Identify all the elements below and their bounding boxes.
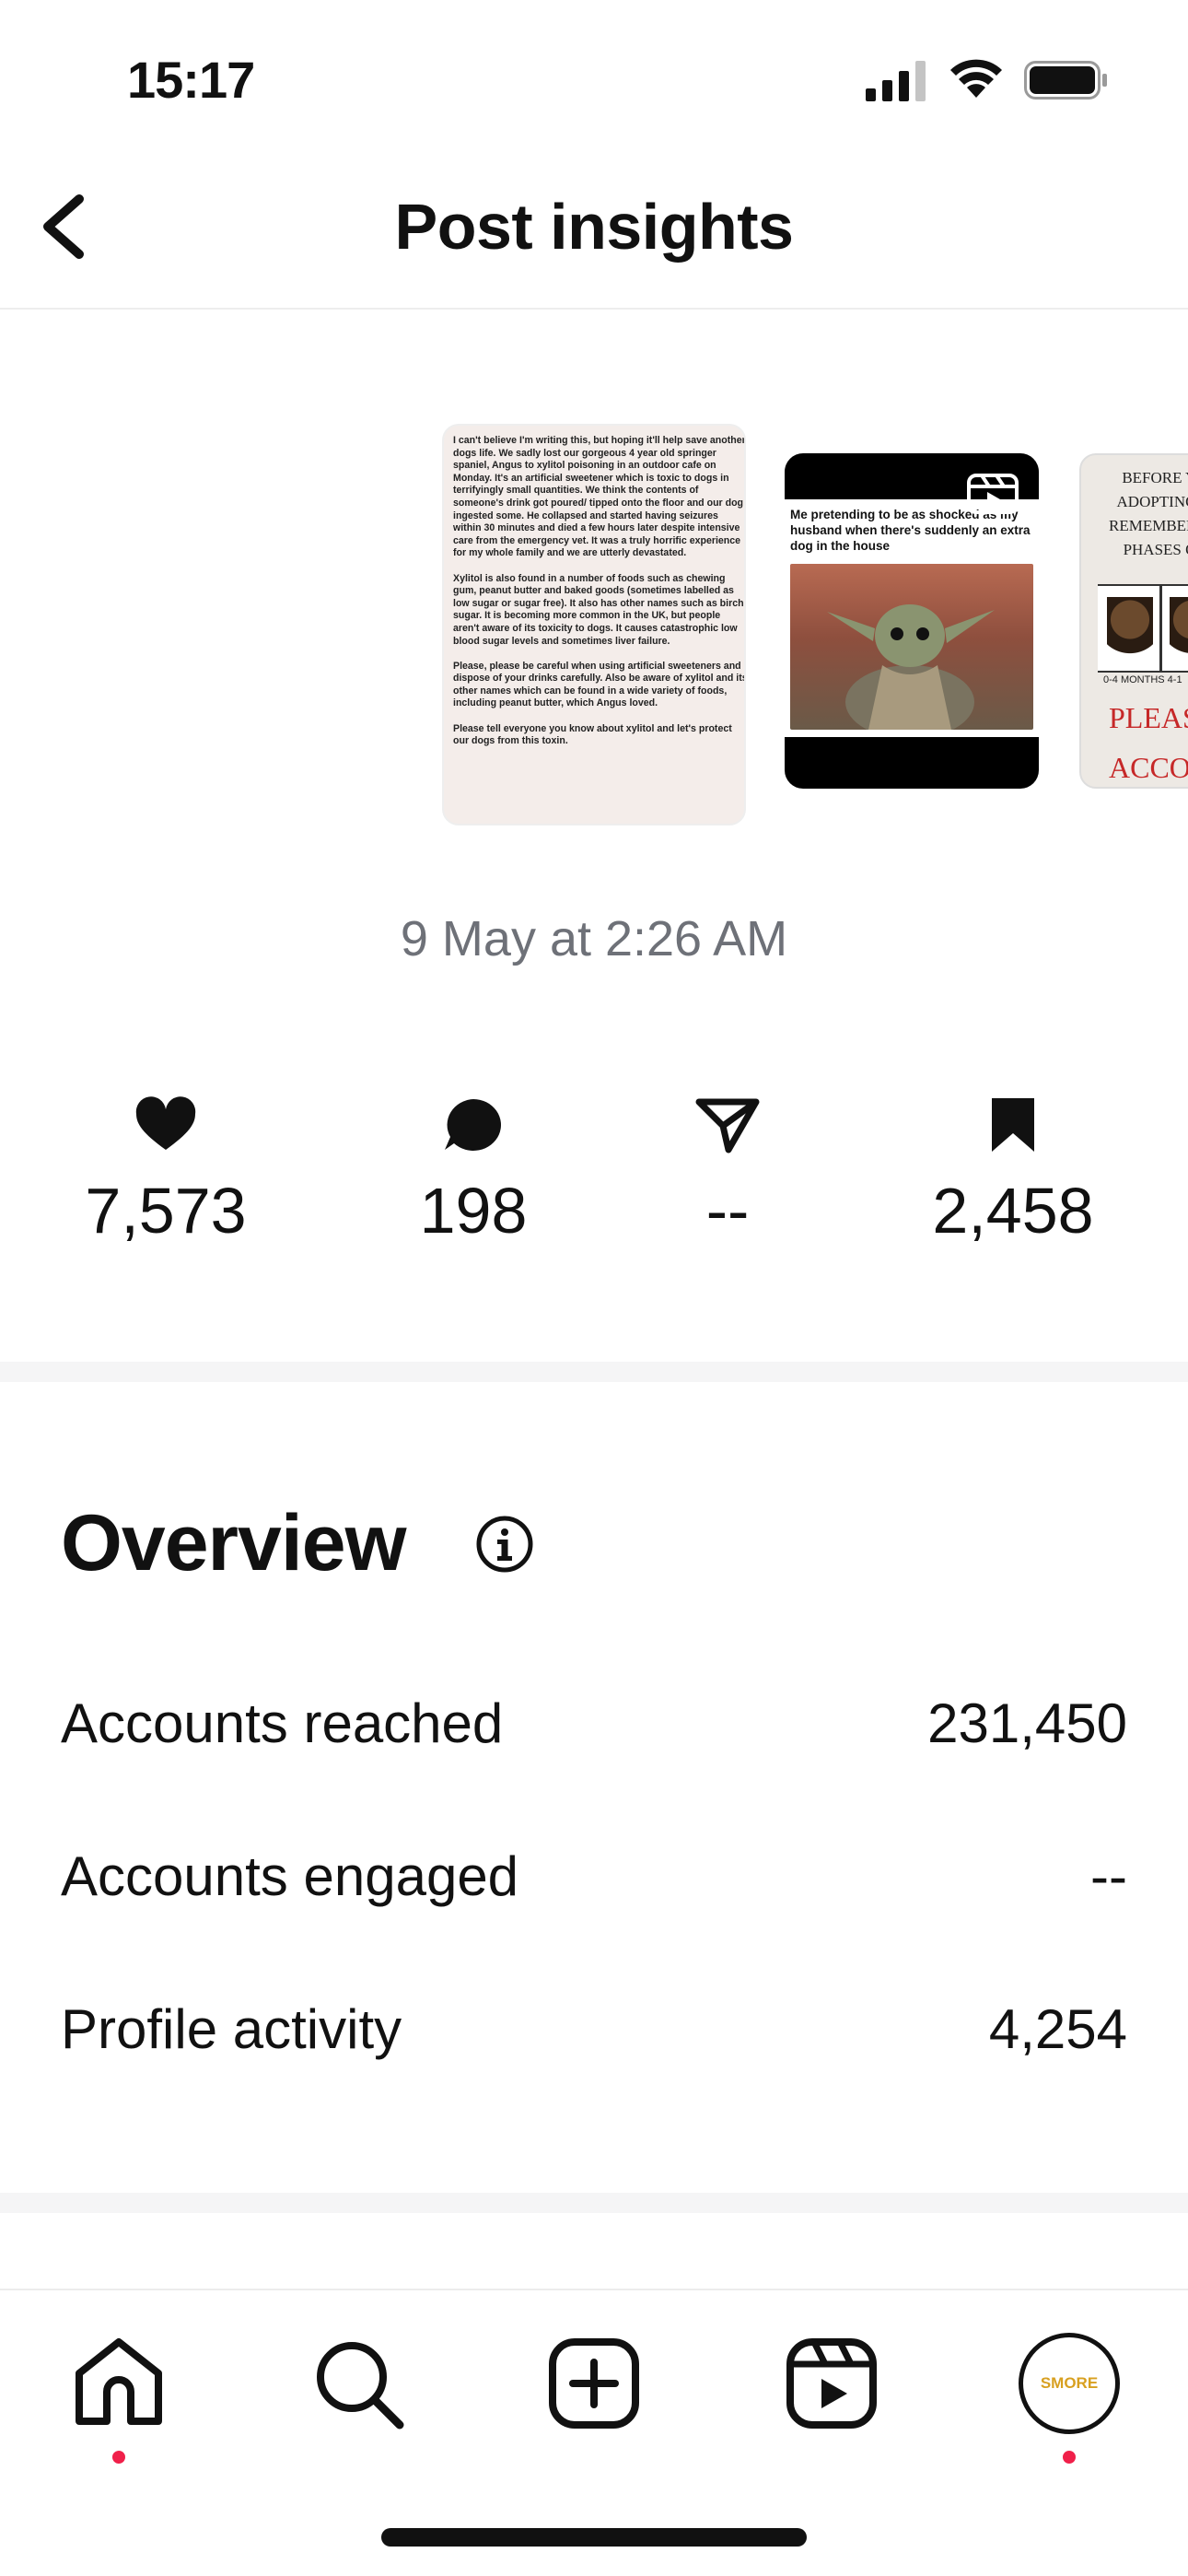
comment-icon bbox=[445, 1099, 501, 1151]
nav-reels[interactable] bbox=[781, 2333, 882, 2434]
reels-icon bbox=[786, 2338, 877, 2429]
yoda-figure-image bbox=[827, 604, 995, 739]
nav-create[interactable] bbox=[543, 2333, 645, 2434]
adoption-text: BEFORE Y ADOPTING REMEMBER PHASES O bbox=[1109, 469, 1188, 558]
saves-metric: 2,458 bbox=[912, 1096, 1114, 1247]
profile-notification-dot bbox=[1063, 2451, 1076, 2464]
accounts-engaged-row[interactable]: Accounts engaged -- bbox=[61, 1844, 1127, 1918]
home-indicator[interactable] bbox=[381, 2528, 807, 2547]
puppy-image bbox=[1107, 597, 1153, 662]
avatar-logo: SMORE bbox=[1028, 2342, 1111, 2425]
stat-label: Accounts engaged bbox=[61, 1845, 519, 1907]
stat-value: 231,450 bbox=[927, 1692, 1127, 1754]
stat-value: -- bbox=[1090, 1845, 1127, 1907]
wifi-icon bbox=[950, 59, 1002, 98]
profile-avatar[interactable]: SMORE bbox=[1019, 2333, 1120, 2434]
header: Post insights bbox=[0, 157, 1188, 310]
shares-count: -- bbox=[705, 1175, 750, 1247]
shares-metric: -- bbox=[626, 1096, 829, 1247]
puppy-image bbox=[1170, 597, 1188, 662]
comments-count: 198 bbox=[419, 1175, 528, 1247]
reel-panel: Me pretending to be as shocked as my hus… bbox=[785, 499, 1039, 739]
home-notification-dot bbox=[112, 2451, 125, 2464]
status-bar: 15:17 bbox=[0, 0, 1188, 157]
nav-home[interactable] bbox=[68, 2333, 169, 2434]
thumbnail-text: I can't believe I'm writing this, but ho… bbox=[453, 435, 746, 747]
stat-label: Profile activity bbox=[61, 1998, 402, 2060]
stat-label: Accounts reached bbox=[61, 1692, 504, 1754]
create-icon bbox=[549, 2338, 639, 2429]
nav-search[interactable] bbox=[308, 2333, 409, 2434]
section-divider bbox=[0, 1362, 1188, 1382]
post-thumbnail-text[interactable]: I can't believe I'm writing this, but ho… bbox=[442, 424, 746, 825]
battery-icon bbox=[1024, 61, 1107, 100]
puppy-images bbox=[1098, 584, 1188, 673]
search-icon bbox=[317, 2342, 404, 2430]
post-date: 9 May at 2:26 AM bbox=[400, 911, 788, 966]
save-icon bbox=[992, 1098, 1034, 1152]
overview-title: Overview bbox=[61, 1499, 406, 1587]
comments-metric: 198 bbox=[372, 1096, 575, 1247]
age-label: 0-4 MONTHS 4-1 bbox=[1103, 674, 1182, 685]
info-icon[interactable] bbox=[475, 1515, 534, 1574]
likes-count: 7,573 bbox=[85, 1175, 247, 1247]
accounts-reached-row[interactable]: Accounts reached 231,450 bbox=[61, 1692, 1127, 1765]
profile-activity-row[interactable]: Profile activity 4,254 bbox=[61, 1997, 1127, 2071]
stat-value: 4,254 bbox=[988, 1998, 1127, 2060]
post-thumbnail-reel[interactable]: Me pretending to be as shocked as my hus… bbox=[785, 453, 1039, 789]
post-carousel[interactable]: I can't believe I'm writing this, but ho… bbox=[0, 310, 1188, 862]
page-title: Post insights bbox=[394, 191, 794, 263]
reel-icon bbox=[967, 474, 1019, 514]
post-thumbnail-adoption[interactable]: BEFORE Y ADOPTING REMEMBER PHASES O 0-4 … bbox=[1079, 453, 1188, 789]
likes-metric: 7,573 bbox=[64, 1096, 267, 1247]
cellular-signal-icon bbox=[866, 61, 926, 101]
section-divider bbox=[0, 2193, 1188, 2213]
status-time: 15:17 bbox=[127, 51, 255, 109]
adoption-red-text: PLEAS ACCOR bbox=[1109, 701, 1188, 784]
home-icon bbox=[76, 2338, 162, 2425]
saves-count: 2,458 bbox=[932, 1175, 1094, 1247]
heart-icon bbox=[135, 1096, 196, 1150]
reel-photo bbox=[790, 564, 1033, 739]
share-icon bbox=[695, 1098, 760, 1153]
